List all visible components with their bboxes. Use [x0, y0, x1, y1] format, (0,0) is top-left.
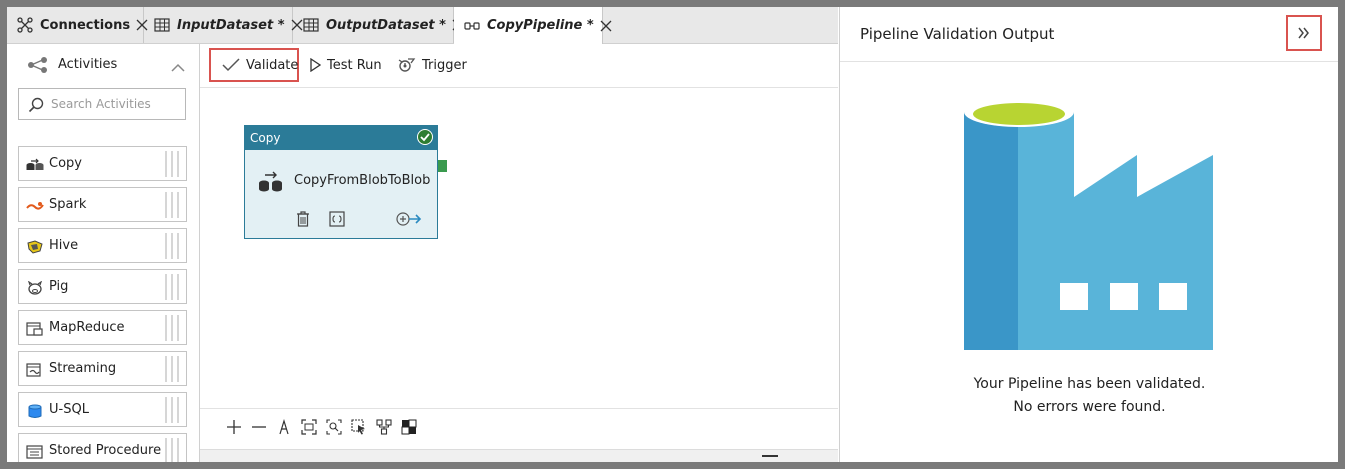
search-activities-input[interactable]: [51, 95, 181, 113]
double-chevron-right-icon: [1298, 24, 1310, 43]
add-output-icon[interactable]: [396, 211, 422, 231]
activities-header[interactable]: Activities: [7, 44, 199, 88]
activity-item-usql[interactable]: U-SQL: [18, 392, 187, 427]
panel-header: Pipeline Validation Output: [840, 7, 1338, 62]
mapreduce-icon: [26, 321, 43, 336]
trigger-button[interactable]: Trigger: [398, 48, 467, 82]
play-icon: [310, 58, 321, 72]
tab-label: Connections: [40, 17, 131, 33]
minimap-icon[interactable]: [401, 419, 417, 439]
activity-item-hive[interactable]: Hive: [18, 228, 187, 263]
validate-label: Validate: [246, 57, 299, 73]
tab-label: InputDataset *: [177, 17, 285, 33]
checkmark-icon: [222, 58, 240, 72]
table-icon: [154, 17, 170, 33]
output-port[interactable]: [438, 160, 447, 172]
canvas-zoom-toolbar: [200, 408, 838, 450]
search-activities-box: [18, 88, 186, 120]
copy-activity-icon: [258, 170, 284, 196]
usql-icon: [26, 403, 42, 418]
activity-node-name: CopyFromBlobToBlob: [294, 173, 431, 188]
fit-to-screen-icon[interactable]: [301, 419, 317, 439]
validation-message-line2: No errors were found.: [1013, 399, 1166, 415]
activity-label: MapReduce: [49, 320, 125, 335]
drag-handle[interactable]: [163, 151, 182, 177]
spark-icon: [26, 198, 44, 212]
zoom-out-icon[interactable]: [251, 419, 267, 439]
auto-align-icon[interactable]: [276, 418, 292, 439]
activity-label: Spark: [49, 197, 87, 212]
horizontal-scrollbar[interactable]: [200, 449, 838, 462]
activity-label: Hive: [49, 238, 79, 253]
activity-label: Pig: [49, 279, 69, 294]
activity-label: Streaming: [49, 361, 117, 376]
chevron-up-icon[interactable]: [171, 58, 185, 77]
copy-activity-icon: [26, 157, 44, 171]
activity-item-spark[interactable]: Spark: [18, 187, 187, 222]
tab-label: OutputDataset *: [326, 17, 446, 33]
tab-bar: Connections InputDataset * OutputDataset…: [7, 7, 838, 44]
drag-handle[interactable]: [163, 356, 182, 382]
search-icon: [28, 97, 44, 117]
panel-title: Pipeline Validation Output: [860, 25, 1055, 43]
drag-handle[interactable]: [163, 397, 182, 423]
validation-output-panel: Pipeline Validation Output Your Pipeline…: [839, 7, 1338, 462]
tab-label: CopyPipeline *: [487, 18, 594, 33]
zoom-in-icon[interactable]: [226, 419, 242, 439]
activity-item-stored-procedure[interactable]: Stored Procedure: [18, 433, 187, 462]
pipeline-canvas[interactable]: Validate Test Run Trigger Copy CopyFromB: [200, 44, 838, 462]
collapse-panel-button[interactable]: [1286, 15, 1322, 51]
table-icon: [303, 17, 319, 33]
tab-connections[interactable]: Connections: [7, 7, 148, 43]
validation-message-line1: Your Pipeline has been validated.: [973, 376, 1206, 392]
data-factory-illustration: [964, 97, 1214, 355]
activity-item-streaming[interactable]: Streaming: [18, 351, 187, 386]
multi-select-icon[interactable]: [351, 419, 367, 439]
activities-icon: [27, 56, 49, 78]
activity-node-header: Copy: [245, 126, 437, 150]
activity-type-label: Copy: [250, 131, 281, 145]
drag-handle[interactable]: [163, 315, 182, 341]
close-icon[interactable]: [600, 19, 612, 33]
pig-icon: [26, 280, 43, 295]
activity-item-copy[interactable]: Copy: [18, 146, 187, 181]
code-view-icon[interactable]: [329, 211, 345, 231]
pipeline-icon: [464, 18, 480, 34]
test-run-label: Test Run: [327, 57, 382, 73]
trigger-label: Trigger: [422, 57, 467, 73]
drag-handle[interactable]: [163, 233, 182, 259]
activities-sidebar: Activities Copy Spark Hive: [7, 44, 200, 462]
hive-icon: [26, 239, 43, 254]
scrollbar-thumb[interactable]: [762, 455, 778, 457]
adf-authoring-window: Connections InputDataset * OutputDataset…: [7, 7, 1338, 462]
valid-check-icon: [417, 129, 433, 148]
activity-label: U-SQL: [49, 402, 89, 417]
tab-copy-pipeline[interactable]: CopyPipeline *: [454, 7, 612, 44]
pipeline-toolbar: Validate Test Run Trigger: [200, 44, 838, 88]
delete-icon[interactable]: [296, 211, 310, 231]
stored-procedure-icon: [26, 444, 43, 459]
connections-icon: [17, 17, 33, 33]
activity-label: Stored Procedure: [49, 443, 162, 458]
test-run-button[interactable]: Test Run: [310, 48, 382, 82]
drag-handle[interactable]: [163, 438, 182, 462]
tab-input-dataset[interactable]: InputDataset *: [144, 7, 302, 43]
drag-handle[interactable]: [163, 274, 182, 300]
drag-handle[interactable]: [163, 192, 182, 218]
tab-output-dataset[interactable]: OutputDataset *: [293, 7, 464, 43]
activities-title: Activities: [58, 57, 118, 72]
activity-item-pig[interactable]: Pig: [18, 269, 187, 304]
activity-item-mapreduce[interactable]: MapReduce: [18, 310, 187, 345]
trigger-icon: [398, 57, 416, 73]
layout-icon[interactable]: [376, 419, 392, 439]
zoom-100-icon[interactable]: [326, 419, 342, 439]
validate-button[interactable]: Validate: [209, 48, 299, 82]
activity-node-copy[interactable]: Copy CopyFromBlobToBlob: [244, 125, 438, 239]
activity-label: Copy: [49, 156, 82, 171]
streaming-icon: [26, 362, 42, 377]
